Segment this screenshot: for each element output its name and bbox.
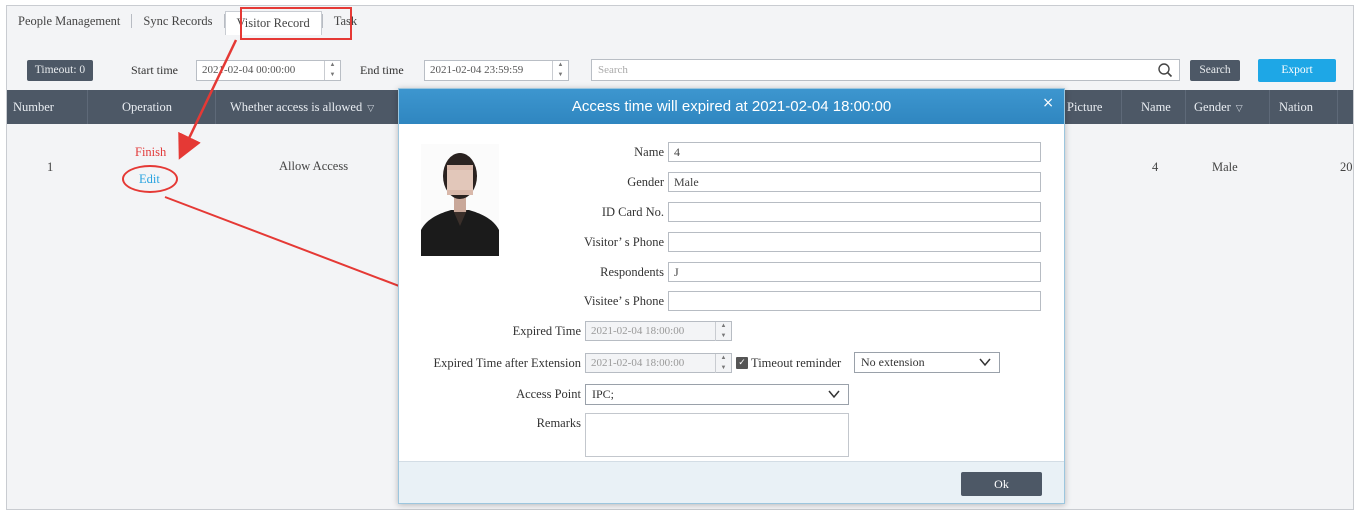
id-card-field[interactable] xyxy=(668,202,1041,222)
name-field[interactable]: 4 xyxy=(668,142,1041,162)
spin-up-icon[interactable]: ▲ xyxy=(716,322,731,332)
end-time-input[interactable]: 2021-02-04 23:59:59 ▲ ▼ xyxy=(424,60,569,81)
column-number: Number xyxy=(13,100,54,114)
column-access-allowed[interactable]: Whether access is allowed ▽ xyxy=(230,90,374,124)
expired-ext-value: 2021-02-04 18:00:00 xyxy=(591,357,685,369)
search-icon[interactable] xyxy=(1157,62,1173,78)
expired-time-spinner[interactable]: ▲ ▼ xyxy=(715,322,731,341)
access-point-label: Access Point xyxy=(516,387,581,401)
column-operation: Operation xyxy=(122,100,172,114)
name-label: Name xyxy=(634,145,664,159)
gender-field[interactable]: Male xyxy=(668,172,1041,192)
cell-date-fragment: 20 xyxy=(1340,160,1353,174)
column-access-label: Whether access is allowed xyxy=(230,100,363,114)
expired-time-label: Expired Time xyxy=(512,324,581,338)
search-placeholder: Search xyxy=(598,64,628,76)
column-divider xyxy=(215,90,216,124)
column-divider xyxy=(1121,90,1122,124)
close-icon[interactable]: × xyxy=(1042,89,1054,117)
ok-button[interactable]: Ok xyxy=(961,472,1042,496)
expired-ext-label: Expired Time after Extension xyxy=(433,356,581,370)
start-time-spinner[interactable]: ▲ ▼ xyxy=(324,61,340,80)
timeout-button[interactable]: Timeout: 0 xyxy=(27,60,93,81)
extension-select[interactable]: No extension xyxy=(854,352,1000,373)
dialog-title: Access time will expired at 2021-02-04 1… xyxy=(571,98,892,115)
column-nation: Nation xyxy=(1279,100,1314,114)
column-divider xyxy=(1337,90,1338,124)
expired-time-value: 2021-02-04 18:00:00 xyxy=(591,325,685,337)
tab-bar: People Management Sync Records Visitor R… xyxy=(7,6,1353,36)
expired-time-field[interactable]: 2021-02-04 18:00:00 ▲ ▼ xyxy=(585,321,732,341)
visitor-phone-field[interactable] xyxy=(668,232,1041,252)
search-input[interactable]: Search xyxy=(591,59,1180,81)
column-divider xyxy=(1185,90,1186,124)
expired-ext-field[interactable]: 2021-02-04 18:00:00 ▲ ▼ xyxy=(585,353,732,373)
cell-access: Allow Access xyxy=(279,159,349,173)
spin-down-icon[interactable]: ▼ xyxy=(716,364,731,374)
gender-label: Gender xyxy=(627,175,664,189)
toolbar: Timeout: 0 Start time 2021-02-04 00:00:0… xyxy=(7,48,1353,82)
end-time-value: 2021-02-04 23:59:59 xyxy=(430,64,524,76)
spin-down-icon[interactable]: ▼ xyxy=(553,71,568,81)
chevron-down-icon[interactable]: ▽ xyxy=(367,91,374,125)
expired-ext-spinner[interactable]: ▲ ▼ xyxy=(715,354,731,373)
cell-gender: Male xyxy=(1212,160,1238,174)
dialog-header: Access time will expired at 2021-02-04 1… xyxy=(399,89,1064,124)
chevron-down-icon[interactable]: ▽ xyxy=(1236,91,1243,125)
spin-up-icon[interactable]: ▲ xyxy=(325,61,340,71)
start-time-input[interactable]: 2021-02-04 00:00:00 ▲ ▼ xyxy=(196,60,341,81)
access-point-value: IPC; xyxy=(592,387,615,401)
remarks-textarea[interactable] xyxy=(585,413,849,457)
access-point-select[interactable]: IPC; xyxy=(585,384,849,405)
column-divider xyxy=(87,90,88,124)
edit-visitor-dialog: Access time will expired at 2021-02-04 1… xyxy=(398,88,1065,504)
spin-down-icon[interactable]: ▼ xyxy=(716,332,731,342)
timeout-reminder-checkbox[interactable]: ✓ xyxy=(736,357,748,369)
person-photo-icon xyxy=(421,144,499,256)
remarks-label: Remarks xyxy=(536,416,581,430)
spin-down-icon[interactable]: ▼ xyxy=(325,71,340,81)
tab-people-management[interactable]: People Management xyxy=(7,10,131,32)
dialog-footer: Ok xyxy=(399,461,1064,503)
export-button[interactable]: Export xyxy=(1258,59,1336,82)
respondents-label: Respondents xyxy=(600,265,664,279)
timeout-reminder-label: Timeout reminder xyxy=(751,356,842,370)
tab-sync-records[interactable]: Sync Records xyxy=(132,10,223,32)
finish-link[interactable]: Finish xyxy=(135,145,166,160)
column-gender[interactable]: Gender ▽ xyxy=(1194,90,1243,124)
spin-up-icon[interactable]: ▲ xyxy=(553,61,568,71)
column-name: Name xyxy=(1141,100,1171,114)
visitee-phone-label: Visitee’ s Phone xyxy=(583,294,664,308)
id-card-label: ID Card No. xyxy=(601,205,664,219)
chevron-down-icon[interactable] xyxy=(828,389,840,399)
spin-up-icon[interactable]: ▲ xyxy=(716,354,731,364)
cell-number: 1 xyxy=(47,160,54,174)
visitor-phone-label: Visitor’ s Phone xyxy=(583,235,664,249)
chevron-down-icon[interactable] xyxy=(979,357,991,367)
visitor-photo xyxy=(421,144,499,256)
column-picture: Picture xyxy=(1067,100,1103,114)
end-time-spinner[interactable]: ▲ ▼ xyxy=(552,61,568,80)
extension-select-value: No extension xyxy=(861,355,925,369)
cell-name: 4 xyxy=(1152,160,1159,174)
end-time-label: End time xyxy=(360,63,404,77)
start-time-value: 2021-02-04 00:00:00 xyxy=(202,64,296,76)
column-gender-label: Gender xyxy=(1194,100,1231,114)
annotation-highlight-edit xyxy=(122,165,178,193)
start-time-label: Start time xyxy=(131,63,178,77)
respondents-field[interactable]: J xyxy=(668,262,1041,282)
column-divider xyxy=(1269,90,1270,124)
search-button[interactable]: Search xyxy=(1190,60,1240,81)
annotation-highlight-tab xyxy=(240,7,352,40)
visitee-phone-field[interactable] xyxy=(668,291,1041,311)
